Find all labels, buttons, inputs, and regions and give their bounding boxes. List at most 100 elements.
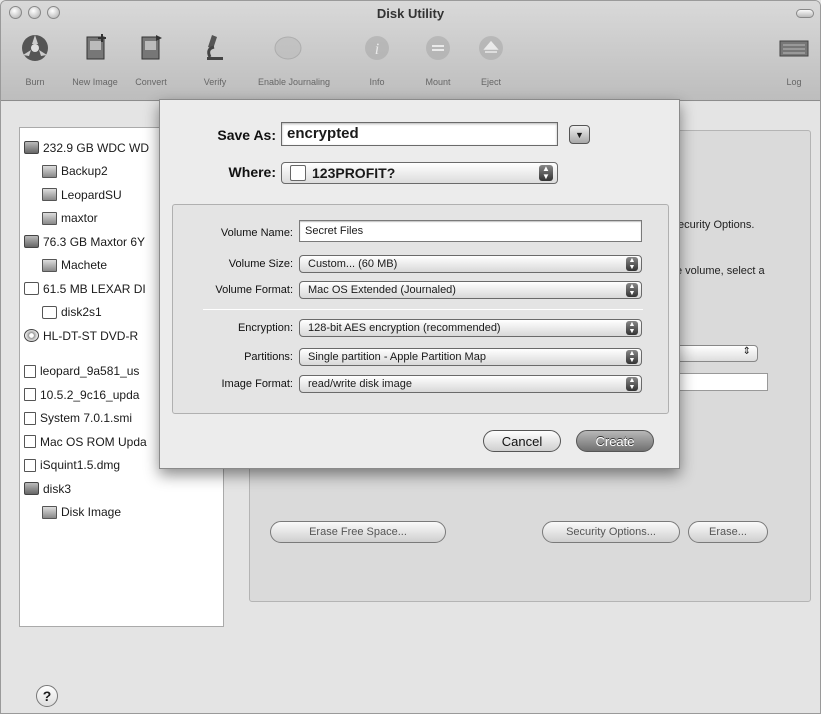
hard-drive-icon	[24, 141, 39, 155]
toolbar-label: Log	[786, 77, 802, 87]
volume-icon	[42, 164, 57, 178]
mount-icon	[426, 36, 450, 60]
security-options-button[interactable]: Security Options...	[542, 521, 680, 543]
sidebar-item-label: 76.3 GB Maxtor 6Y	[43, 234, 146, 249]
disk-image-icon	[24, 388, 36, 402]
toolbar-label: Eject	[480, 77, 501, 87]
help-icon: ?	[42, 688, 52, 704]
toolbar-label: Verify	[203, 77, 227, 87]
window-title: Disk Utility	[376, 6, 445, 21]
new-image-icon	[86, 34, 106, 60]
where-label: Where:	[228, 164, 276, 180]
encryption-popup[interactable]: 128-bit AES encryption (recommended) ▲ ▼	[299, 319, 642, 337]
save-as-field[interactable]: encrypted	[281, 122, 558, 146]
popup-value: read/write disk image	[308, 378, 412, 390]
toolbar-label: New Image	[72, 77, 118, 87]
toolbar-label: Burn	[25, 77, 45, 87]
usb-drive-icon	[24, 282, 39, 296]
help-button[interactable]: ?	[36, 685, 58, 707]
volume-icon	[42, 505, 57, 519]
sidebar-item-label: disk3	[43, 481, 72, 496]
expand-browser-button[interactable]: ▼	[569, 125, 590, 144]
sidebar-item-label: maxtor	[61, 211, 98, 226]
chevron-down-icon: ▼	[575, 129, 584, 140]
log-icon	[779, 40, 809, 57]
toolbar-convert-button[interactable]: Convert	[121, 31, 181, 87]
name-field[interactable]	[675, 373, 768, 391]
volume-format-label: Volume Format:	[215, 284, 293, 296]
erase-free-space-button[interactable]: Erase Free Space...	[270, 521, 446, 543]
erase-button[interactable]: Erase...	[688, 521, 768, 543]
volume-size-label: Volume Size:	[228, 258, 293, 270]
toolbar-mount-button[interactable]: Mount	[408, 31, 468, 87]
disk-image-icon	[24, 458, 36, 472]
button-label: Erase Free Space...	[309, 526, 407, 538]
volume-icon	[42, 211, 57, 225]
sidebar-item-label: Machete	[61, 258, 108, 273]
hard-drive-icon	[24, 482, 39, 496]
toolbar-enable-journaling-button[interactable]: Enable Journaling	[258, 31, 330, 87]
volume-hint-text: e volume, select a	[676, 265, 765, 277]
disk-image-icon	[24, 411, 36, 425]
where-value: 123PROFIT?	[312, 165, 396, 181]
encryption-label: Encryption:	[237, 322, 293, 334]
new-image-sheet: Save As: encrypted ▼ Where: 123PROFIT? ▲…	[159, 99, 680, 469]
toolbar-info-button[interactable]: i Info	[347, 31, 407, 87]
toolbar-label: Convert	[135, 77, 167, 87]
disk-image-icon	[24, 435, 36, 449]
eject-icon	[479, 36, 503, 60]
popup-value: Mac OS Extended (Journaled)	[308, 284, 456, 296]
save-as-label: Save As:	[217, 127, 276, 143]
partitions-popup[interactable]: Single partition - Apple Partition Map ▲ ▼	[299, 348, 642, 366]
sidebar-item-label: 232.9 GB WDC WD	[43, 140, 150, 155]
sidebar-item[interactable]: disk3	[20, 477, 223, 501]
sidebar-item-label: LeopardSU	[61, 187, 122, 202]
title-bar: Disk Utility Burn New Image Convert Veri…	[1, 1, 820, 101]
toolbar-new-image-button[interactable]: New Image	[65, 31, 125, 87]
sidebar-item-label: leopard_9a581_us	[40, 364, 140, 379]
sidebar-item-label: HL-DT-ST DVD-R	[43, 328, 139, 343]
button-label: Erase...	[709, 526, 747, 538]
create-button[interactable]: Create	[576, 430, 654, 452]
security-hint-text: ecurity Options.	[678, 219, 755, 231]
popup-arrows-icon: ▲ ▼	[626, 257, 638, 271]
popup-arrows-icon: ▲ ▼	[539, 165, 553, 181]
toolbar-eject-button[interactable]: Eject	[461, 31, 521, 87]
image-format-label: Image Format:	[221, 378, 293, 390]
folder-icon	[290, 165, 306, 181]
toolbar: Burn New Image Convert Verify Enable Jou…	[1, 31, 820, 97]
toolbar-label: Mount	[425, 77, 451, 87]
volume-size-popup[interactable]: Custom... (60 MB) ▲ ▼	[299, 255, 642, 273]
popup-arrows-icon: ⇕	[742, 346, 751, 357]
volume-icon	[42, 188, 57, 202]
volume-icon	[42, 258, 57, 272]
partitions-label: Partitions:	[244, 351, 293, 363]
sidebar-item-label: iSquint1.5.dmg	[40, 458, 121, 473]
toolbar-toggle-button[interactable]	[796, 9, 814, 18]
sidebar-item-label: disk2s1	[61, 305, 102, 320]
toolbar-log-button[interactable]: Log	[769, 31, 819, 87]
format-popup[interactable]: ⇕	[670, 345, 758, 362]
burn-icon	[22, 35, 48, 61]
verify-icon	[207, 35, 223, 60]
volume-format-popup[interactable]: Mac OS Extended (Journaled) ▲ ▼	[299, 281, 642, 299]
image-format-popup[interactable]: read/write disk image ▲ ▼	[299, 375, 642, 393]
hard-drive-icon	[24, 235, 39, 249]
popup-arrows-icon: ▲ ▼	[626, 321, 638, 335]
popup-value: Custom... (60 MB)	[308, 258, 398, 270]
sidebar-item-label: Mac OS ROM Upda	[40, 434, 147, 449]
cancel-button[interactable]: Cancel	[483, 430, 561, 452]
toolbar-verify-button[interactable]: Verify	[185, 31, 245, 87]
info-icon: i	[365, 36, 389, 60]
image-options-box: Volume Name: Secret Files Volume Size: C…	[172, 204, 669, 414]
journal-icon	[274, 36, 302, 60]
disk-utility-window: Disk Utility Burn New Image Convert Veri…	[0, 0, 821, 714]
convert-icon	[141, 35, 162, 60]
toolbar-burn-button[interactable]: Burn	[5, 31, 65, 87]
where-popup[interactable]: 123PROFIT? ▲ ▼	[281, 162, 558, 184]
partition-icon	[42, 305, 57, 319]
popup-arrows-icon: ▲ ▼	[626, 377, 638, 391]
button-label: Create	[595, 433, 635, 449]
volume-name-field[interactable]: Secret Files	[299, 220, 642, 242]
sidebar-item[interactable]: Disk Image	[20, 501, 223, 525]
